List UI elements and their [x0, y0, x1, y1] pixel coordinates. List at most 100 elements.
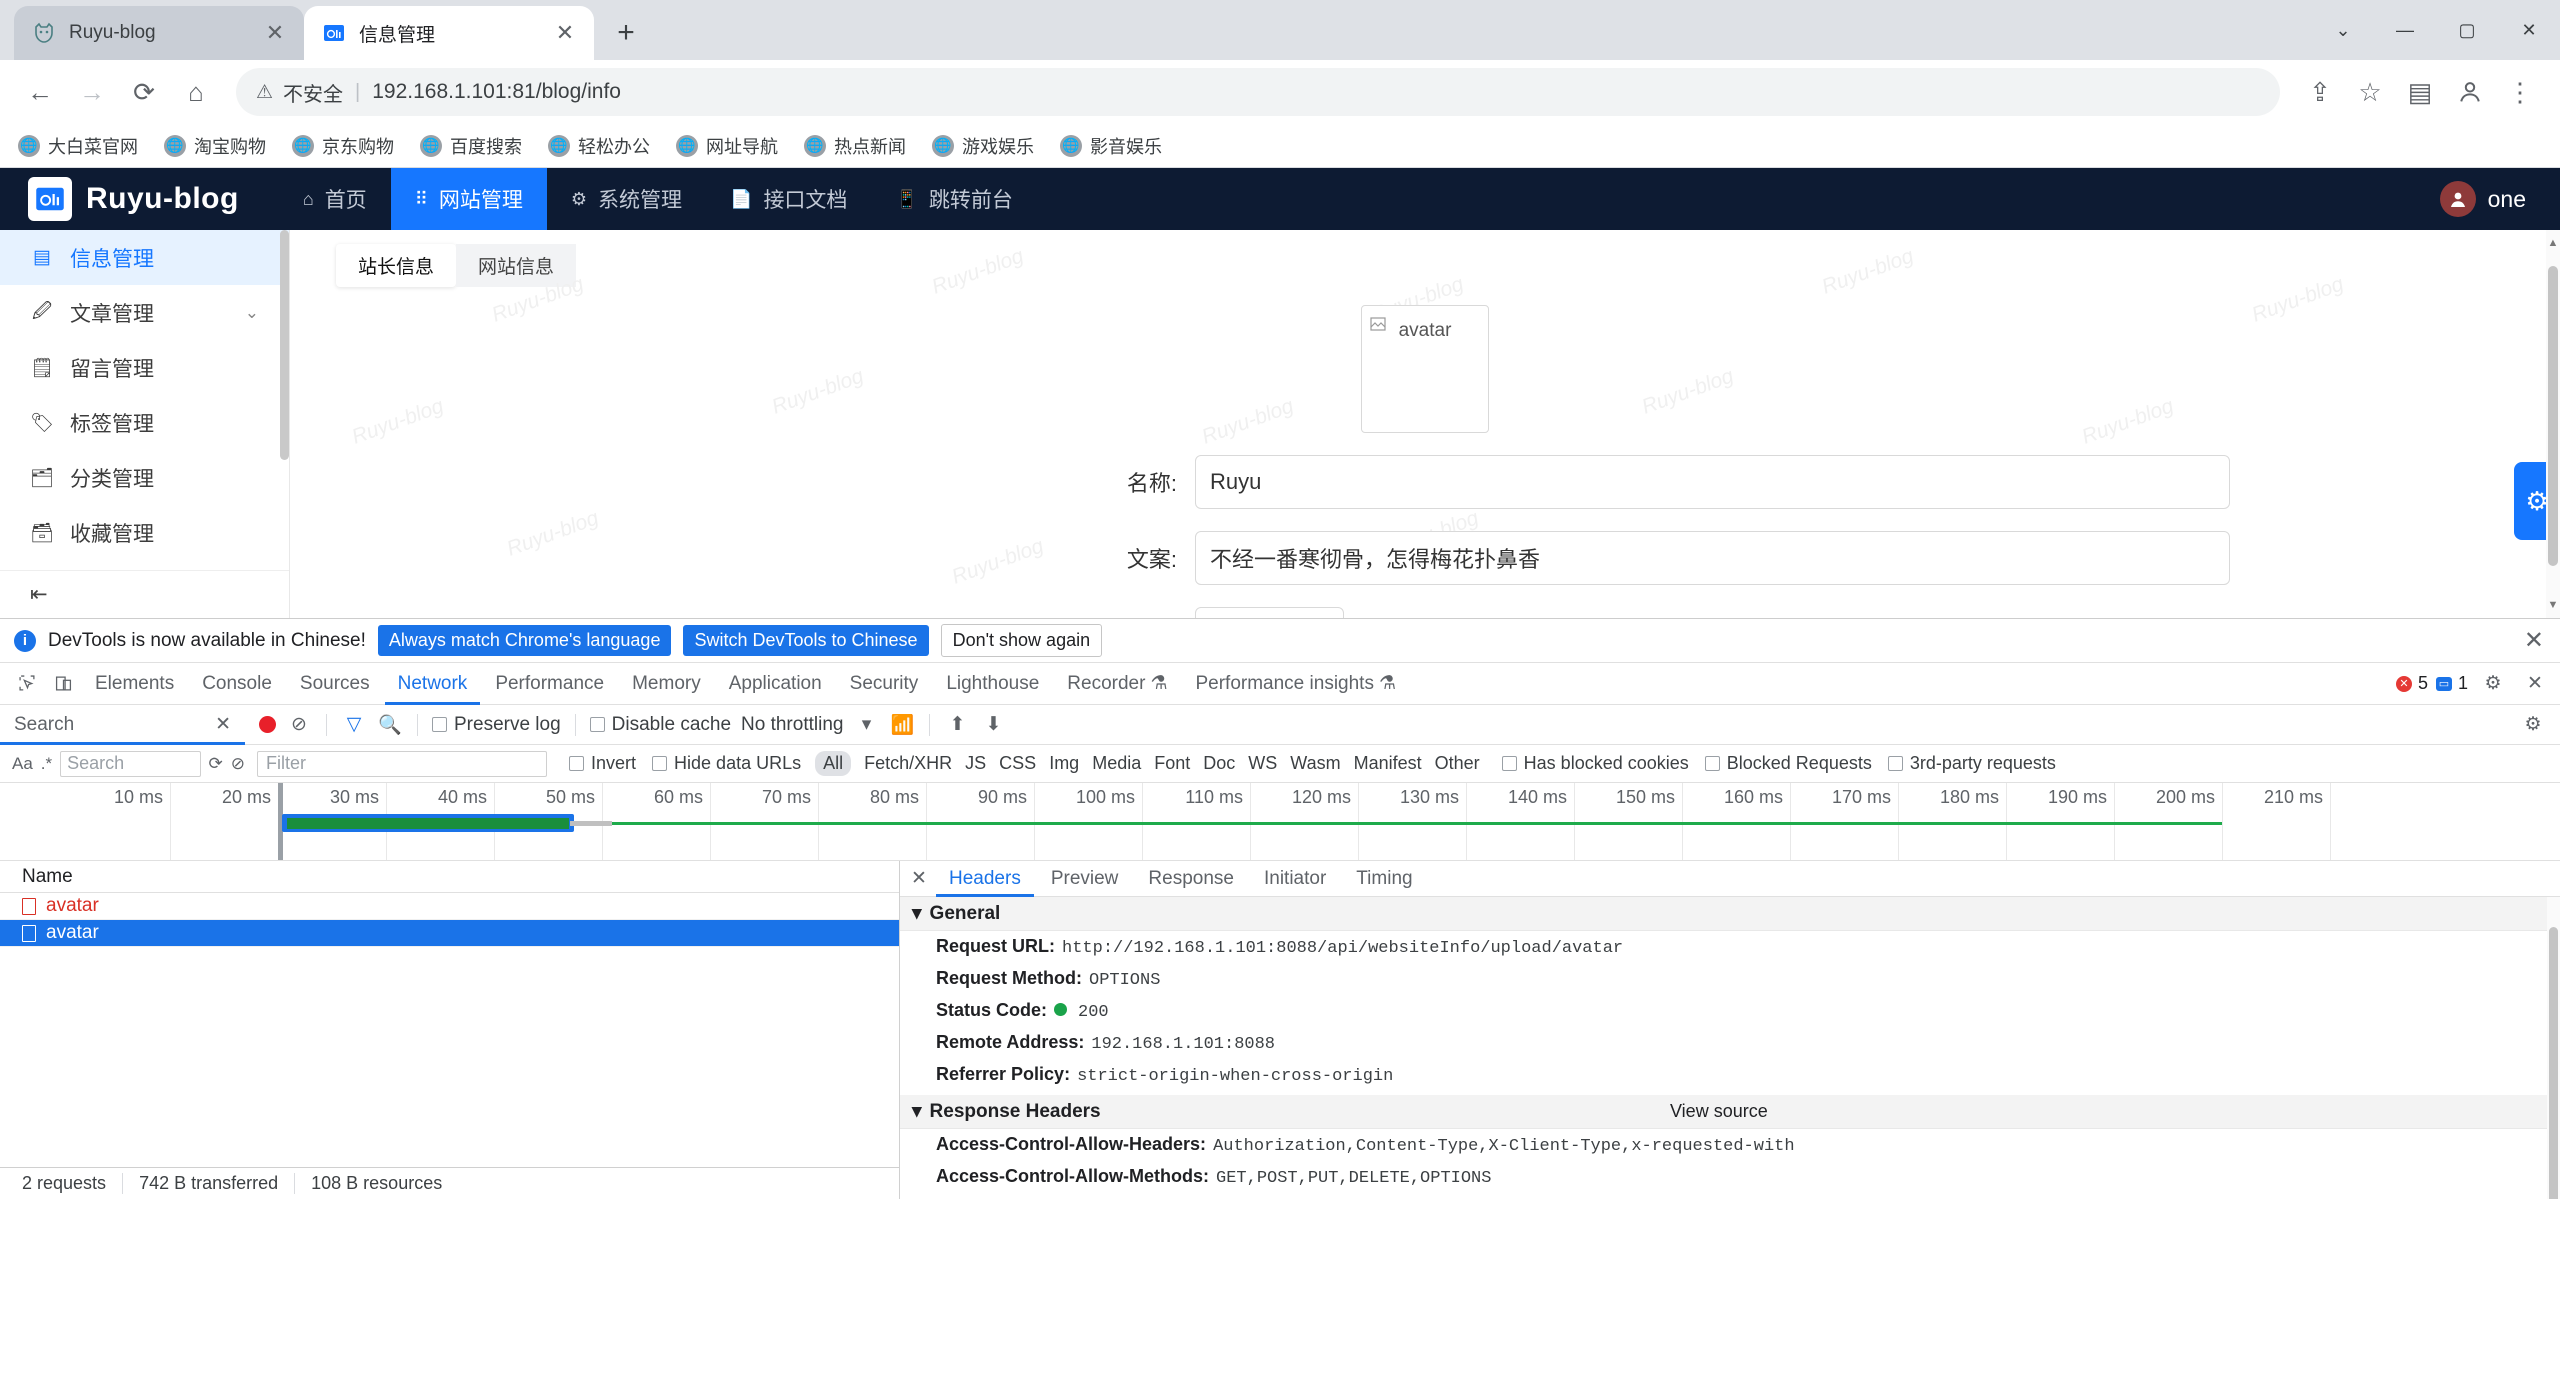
- avatar-preview[interactable]: avatar: [1361, 305, 1489, 433]
- browser-tab-2[interactable]: 信息管理 ✕: [304, 6, 594, 60]
- chevron-down-icon[interactable]: ▾: [853, 713, 879, 736]
- filter-type-img[interactable]: Img: [1049, 753, 1079, 774]
- tab-owner-info[interactable]: 站长信息: [336, 244, 457, 287]
- sidebar-item-tag-mgmt[interactable]: 🏷 标签管理: [0, 395, 289, 450]
- address-bar[interactable]: ⚠ 不安全 | 192.168.1.101:81/blog/info: [236, 68, 2280, 116]
- general-section-header[interactable]: ▾ General: [900, 897, 2560, 931]
- profile-avatar-icon[interactable]: [2446, 68, 2494, 116]
- back-icon[interactable]: ←: [16, 68, 64, 116]
- switch-devtools-chinese-button[interactable]: Switch DevTools to Chinese: [683, 625, 929, 656]
- hide-data-urls-checkbox[interactable]: Hide data URLs: [652, 753, 801, 774]
- table-row[interactable]: avatar: [0, 893, 899, 920]
- regex-icon[interactable]: .*: [41, 754, 52, 774]
- filter-type-ws[interactable]: WS: [1248, 753, 1277, 774]
- content-scrollbar[interactable]: ▲ ▼: [2546, 230, 2560, 618]
- sidebar-scrollbar[interactable]: [280, 230, 289, 460]
- tab-website-info[interactable]: 网站信息: [456, 244, 577, 287]
- chrome-menu-icon[interactable]: ⋮: [2496, 68, 2544, 116]
- bookmark-item[interactable]: 🌐 网址导航: [676, 133, 778, 159]
- devtools-tab-performance[interactable]: Performance: [482, 663, 617, 705]
- sidebar-collapse-button[interactable]: ⇤: [0, 570, 289, 618]
- message-count-badge[interactable]: ▭ 1: [2435, 673, 2468, 694]
- filter-input[interactable]: Filter: [257, 750, 547, 777]
- reload-icon[interactable]: ⟳: [120, 68, 168, 116]
- devtools-tab-sources[interactable]: Sources: [287, 663, 383, 705]
- devtools-tab-application[interactable]: Application: [716, 663, 835, 705]
- close-icon[interactable]: ✕: [552, 20, 578, 46]
- forward-icon[interactable]: →: [68, 68, 116, 116]
- preserve-log-checkbox[interactable]: Preserve log: [432, 714, 561, 736]
- view-source-link[interactable]: View source: [1670, 1101, 1768, 1122]
- scroll-up-icon[interactable]: ▲: [2546, 234, 2560, 252]
- scrollbar-thumb[interactable]: [2548, 266, 2558, 566]
- bookmark-item[interactable]: 🌐 影音娱乐: [1060, 133, 1162, 159]
- devtools-tab-console[interactable]: Console: [189, 663, 285, 705]
- bookmark-item[interactable]: 🌐 淘宝购物: [164, 133, 266, 159]
- close-icon[interactable]: ✕: [2524, 626, 2544, 655]
- filter-type-manifest[interactable]: Manifest: [1354, 753, 1422, 774]
- bookmark-item[interactable]: 🌐 轻松办公: [548, 133, 650, 159]
- clear-icon[interactable]: ⊘: [286, 713, 312, 736]
- share-icon[interactable]: ⇪: [2296, 68, 2344, 116]
- disable-cache-checkbox[interactable]: Disable cache: [589, 714, 731, 736]
- scrollbar-thumb[interactable]: [2549, 927, 2558, 1199]
- name-input[interactable]: Ruyu: [1195, 455, 2230, 509]
- sidebar-item-favorites-mgmt[interactable]: 🗃 收藏管理: [0, 505, 289, 560]
- home-icon[interactable]: ⌂: [172, 68, 220, 116]
- sidebar-item-message-mgmt[interactable]: 🗒 留言管理: [0, 340, 289, 395]
- invert-checkbox[interactable]: Invert: [569, 753, 636, 774]
- close-window-button[interactable]: ✕: [2498, 0, 2560, 60]
- detail-tab-headers[interactable]: Headers: [936, 861, 1034, 897]
- devtools-tab-elements[interactable]: Elements: [82, 663, 187, 705]
- nav-item-website-mgmt[interactable]: ⠿ 网站管理: [390, 168, 547, 230]
- user-area[interactable]: one: [2439, 168, 2526, 230]
- browser-tab-1[interactable]: Ruyu-blog ✕: [14, 6, 304, 60]
- filter-type-wasm[interactable]: Wasm: [1290, 753, 1340, 774]
- nav-item-home[interactable]: ⌂ 首页: [279, 168, 391, 230]
- request-list-header[interactable]: Name: [0, 861, 899, 893]
- search-input[interactable]: Search: [60, 750, 201, 777]
- filter-type-media[interactable]: Media: [1092, 753, 1141, 774]
- filter-type-other[interactable]: Other: [1435, 753, 1480, 774]
- devtools-tab-memory[interactable]: Memory: [619, 663, 714, 705]
- devtools-tab-lighthouse[interactable]: Lighthouse: [933, 663, 1052, 705]
- third-party-requests-checkbox[interactable]: 3rd-party requests: [1887, 753, 2056, 774]
- bookmark-star-icon[interactable]: ☆: [2346, 68, 2394, 116]
- blocked-requests-checkbox[interactable]: Blocked Requests: [1704, 753, 1872, 774]
- table-row[interactable]: avatar: [0, 920, 899, 947]
- filter-icon[interactable]: ▽: [341, 713, 367, 736]
- gear-icon[interactable]: ⚙: [2476, 667, 2510, 701]
- filter-type-fetch-xhr[interactable]: Fetch/XHR: [864, 753, 952, 774]
- nav-item-api-doc[interactable]: 📄 接口文档: [706, 168, 871, 230]
- background-upload-button[interactable]: ⬆ 背景上传: [1195, 607, 1344, 618]
- copy-input[interactable]: 不经一番寒彻骨，怎得梅花扑鼻香: [1195, 531, 2230, 585]
- sidebar-item-info-mgmt[interactable]: ▤ 信息管理: [0, 230, 289, 285]
- has-blocked-cookies-checkbox[interactable]: Has blocked cookies: [1501, 753, 1689, 774]
- settings-gear-icon[interactable]: ⚙: [2520, 713, 2546, 736]
- sidebar-item-article-mgmt[interactable]: 🖉 文章管理 ⌄: [0, 285, 289, 340]
- sidebar-item-category-mgmt[interactable]: 🗂 分类管理: [0, 450, 289, 505]
- filter-type-font[interactable]: Font: [1154, 753, 1190, 774]
- scroll-down-icon[interactable]: ▼: [2546, 596, 2560, 614]
- minimize-button[interactable]: —: [2374, 0, 2436, 60]
- chevron-down-icon[interactable]: ⌄: [2312, 0, 2374, 60]
- bookmark-item[interactable]: 🌐 京东购物: [292, 133, 394, 159]
- detail-tab-initiator[interactable]: Initiator: [1251, 861, 1339, 897]
- detail-tab-timing[interactable]: Timing: [1343, 861, 1425, 897]
- side-panel-icon[interactable]: ▤: [2396, 68, 2444, 116]
- close-icon[interactable]: ✕: [215, 713, 231, 736]
- close-icon[interactable]: ✕: [262, 20, 288, 46]
- bookmark-item[interactable]: 🌐 热点新闻: [804, 133, 906, 159]
- devtools-tab-security[interactable]: Security: [837, 663, 932, 705]
- nav-item-goto-frontend[interactable]: 📱 跳转前台: [871, 168, 1036, 230]
- dont-show-again-button[interactable]: Don't show again: [940, 624, 1103, 657]
- import-har-icon[interactable]: ⬆: [944, 713, 970, 736]
- network-timeline-overview[interactable]: 10 ms 20 ms 30 ms 40 ms 50 ms 60 ms 70 m…: [0, 783, 2560, 861]
- new-tab-button[interactable]: +: [604, 11, 648, 55]
- response-headers-section-header[interactable]: ▾ Response Headers View source: [900, 1095, 2560, 1129]
- inspect-cursor-icon[interactable]: [10, 667, 44, 701]
- close-icon[interactable]: ✕: [906, 866, 932, 892]
- detail-scrollbar[interactable]: [2547, 897, 2560, 1199]
- filter-type-js[interactable]: JS: [965, 753, 986, 774]
- filter-type-all[interactable]: All: [815, 751, 852, 776]
